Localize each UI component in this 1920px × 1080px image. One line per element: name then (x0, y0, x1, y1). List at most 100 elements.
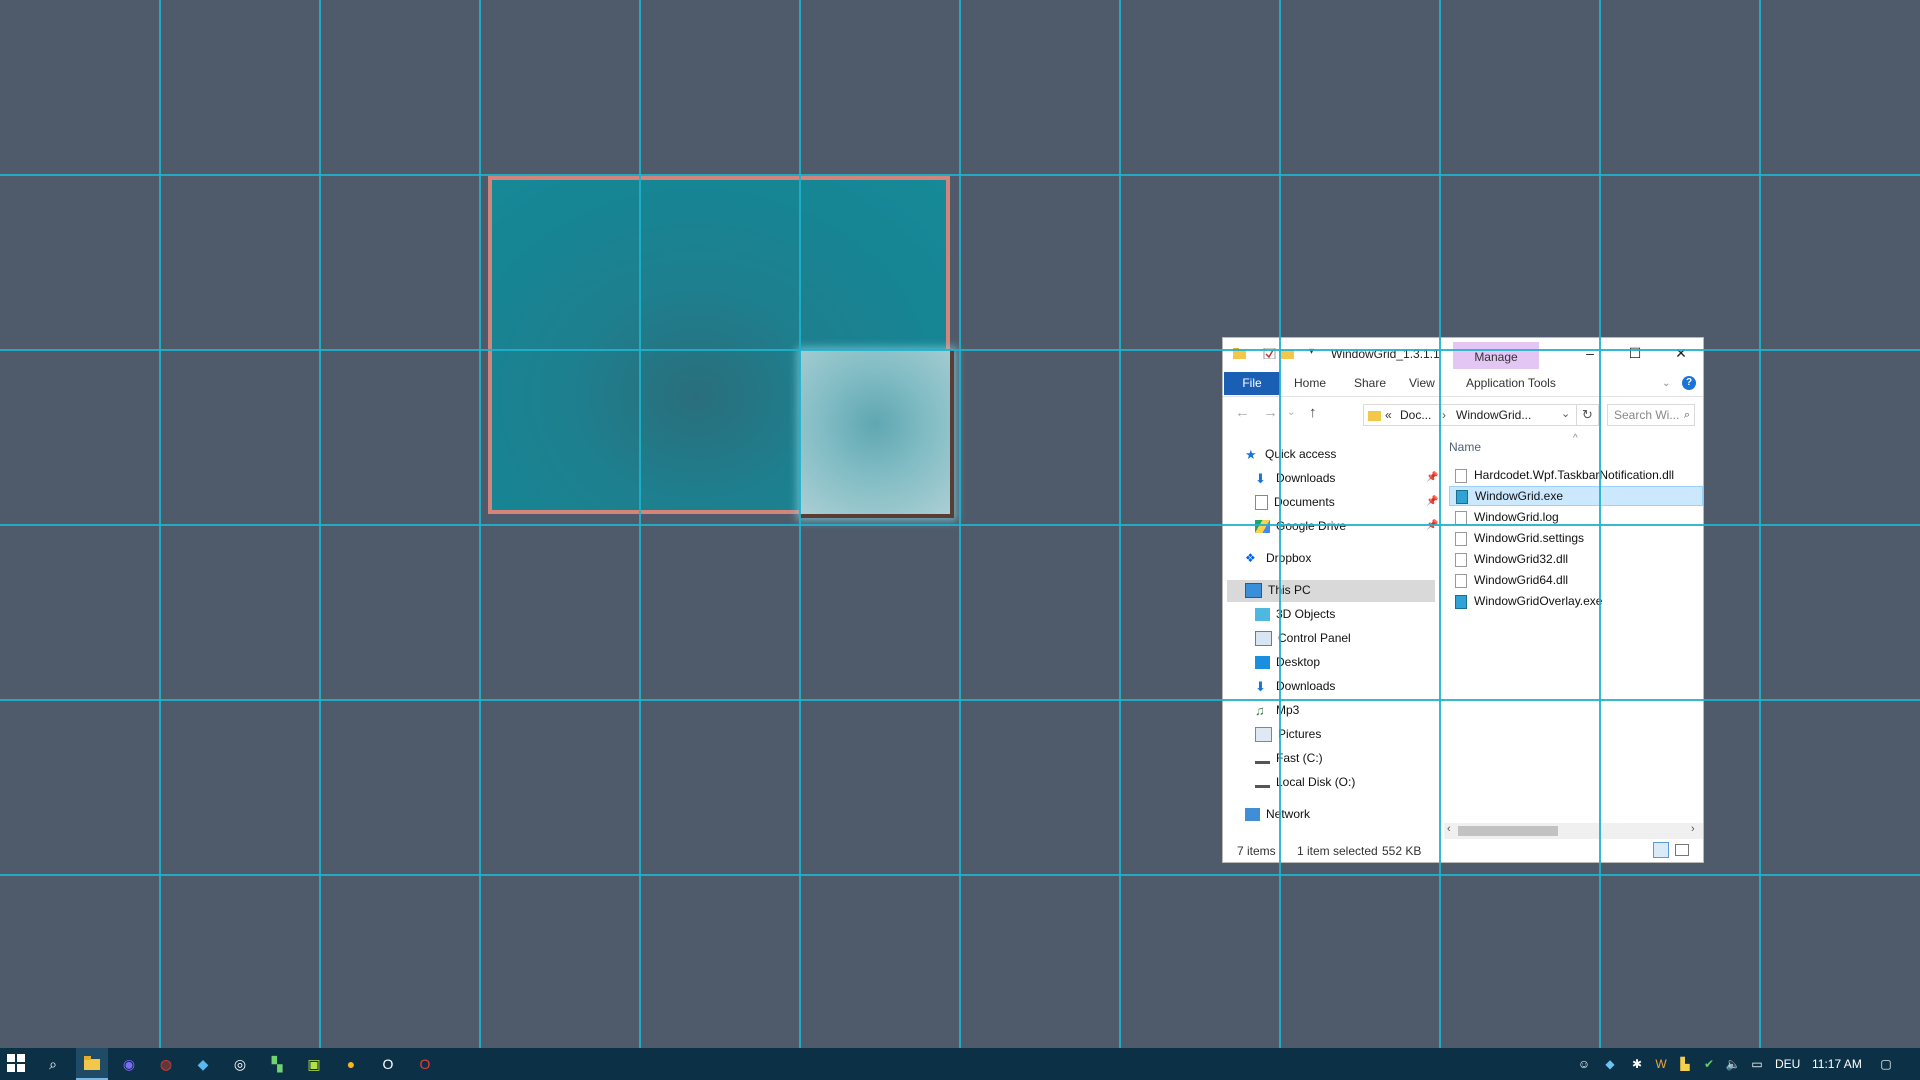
people-icon[interactable]: ☺ (1576, 1056, 1592, 1072)
breadcrumb-documents[interactable]: Doc... (1400, 408, 1431, 422)
expand-ribbon-icon[interactable]: ⌄ (1662, 372, 1670, 395)
back-arrow-icon[interactable]: ← (1235, 404, 1250, 421)
app-icon[interactable]: ▣ (304, 1054, 324, 1074)
tab-application-tools[interactable]: Application Tools (1466, 372, 1556, 395)
horizontal-scrollbar[interactable]: ‹ › (1444, 823, 1703, 839)
breadcrumb-windowgrid[interactable]: WindowGrid... (1456, 408, 1531, 422)
grid-line-horizontal (0, 174, 1920, 176)
nav-item-downloads-pinned[interactable]: ⬇ Downloads (1255, 467, 1335, 489)
list-item[interactable]: WindowGrid.settings (1449, 528, 1703, 548)
file-list[interactable]: Name ^ Hardcodet.Wpf.TaskbarNotification… (1444, 430, 1703, 822)
nav-item-control-panel[interactable]: Control Panel (1255, 627, 1351, 649)
address-bar[interactable]: « Doc... › WindowGrid... ⌄ (1363, 404, 1577, 426)
address-dropdown-icon[interactable]: ⌄ (1561, 407, 1570, 420)
search-input[interactable]: Search Wi... ⌕ (1607, 404, 1695, 426)
list-item[interactable]: WindowGrid.log (1449, 507, 1703, 527)
close-icon[interactable]: ✕ (1659, 342, 1703, 364)
grid-line-vertical (319, 0, 321, 1048)
scroll-left-icon[interactable]: ‹ (1447, 823, 1451, 835)
address-row: ← → ⌄ ↑ « Doc... › WindowGrid... ⌄ ↻ Sea… (1223, 396, 1703, 430)
nav-item-this-pc[interactable]: This PC (1245, 579, 1311, 601)
tab-file[interactable]: File (1224, 372, 1280, 395)
tab-home[interactable]: Home (1294, 372, 1326, 395)
tray-app-icon[interactable]: ✱ (1629, 1056, 1645, 1072)
nav-item-mp3[interactable]: ♫ Mp3 (1255, 699, 1299, 721)
tray-app-icon[interactable]: ◆ (1602, 1056, 1618, 1072)
help-icon[interactable]: ? (1682, 376, 1696, 390)
taskbar-file-explorer-active[interactable] (76, 1048, 108, 1080)
nav-item-pictures[interactable]: Pictures (1255, 723, 1321, 745)
drive-icon (1255, 753, 1270, 765)
pin-icon[interactable]: 📌 (1426, 472, 1438, 483)
breadcrumb-separator[interactable]: › (1442, 408, 1446, 422)
navigation-pane[interactable]: ★ Quick access ⬇ Downloads 📌 Documents 📌 G… (1223, 430, 1438, 825)
nav-item-fast-c[interactable]: Fast (C:) (1255, 747, 1323, 769)
refresh-icon[interactable]: ↻ (1577, 404, 1599, 426)
breadcrumb-overflow[interactable]: « (1385, 408, 1392, 422)
text-file-icon (1455, 510, 1467, 525)
tab-share[interactable]: Share (1354, 372, 1386, 395)
chrome-icon[interactable]: ◍ (156, 1054, 176, 1074)
large-icons-view-icon[interactable] (1675, 844, 1689, 856)
nav-item-network[interactable]: Network (1245, 803, 1310, 825)
ribbon-tabs: File Home Share View Application Tools ⌄… (1223, 370, 1703, 397)
nav-item-local-disk-o[interactable]: Local Disk (O:) (1255, 771, 1355, 793)
quick-access-toolbar-dropdown-icon[interactable]: ▾ (1309, 346, 1314, 357)
grid-line-vertical (159, 0, 161, 1048)
volume-icon[interactable]: 🔈 (1725, 1056, 1741, 1072)
tray-app-icon[interactable]: W (1653, 1056, 1669, 1072)
app-icon[interactable]: O (378, 1054, 398, 1074)
details-view-icon[interactable] (1653, 842, 1669, 858)
up-arrow-icon[interactable]: ↑ (1309, 404, 1317, 421)
list-item[interactable]: Hardcodet.Wpf.TaskbarNotification.dll (1449, 465, 1703, 485)
pin-icon[interactable]: 📌 (1426, 520, 1438, 531)
nav-item-dropbox[interactable]: ❖ Dropbox (1245, 547, 1311, 569)
app-icon[interactable]: ◆ (193, 1054, 213, 1074)
network-icon[interactable]: ▭ (1749, 1056, 1765, 1072)
title-bar[interactable]: ▾ WindowGrid_1.3.1.1 Manage – ☐ ✕ (1223, 338, 1703, 370)
list-item[interactable]: WindowGridOverlay.exe (1449, 591, 1703, 611)
opera-icon[interactable]: O (415, 1054, 435, 1074)
app-icon[interactable]: ● (341, 1054, 361, 1074)
dll-file-icon (1455, 573, 1467, 588)
app-icon[interactable]: ◎ (230, 1054, 250, 1074)
new-folder-icon[interactable] (1281, 348, 1294, 359)
column-header-name[interactable]: Name (1449, 440, 1481, 454)
cube-icon (1255, 608, 1270, 622)
tray-app-icon[interactable]: ▙ (1677, 1056, 1693, 1072)
tab-manage[interactable]: Manage (1453, 342, 1539, 369)
nav-item-downloads[interactable]: ⬇ Downloads (1255, 675, 1335, 697)
scrollbar-thumb[interactable] (1458, 826, 1558, 836)
list-item[interactable]: WindowGrid32.dll (1449, 549, 1703, 569)
search-icon[interactable]: ⌕ (43, 1054, 63, 1074)
download-icon: ⬇ (1255, 471, 1266, 487)
recent-locations-icon[interactable]: ⌄ (1287, 407, 1295, 418)
list-item[interactable]: WindowGrid64.dll (1449, 570, 1703, 590)
grid-line-vertical (959, 0, 961, 1048)
notifications-icon[interactable]: ▢ (1878, 1056, 1894, 1072)
list-item-selected[interactable]: WindowGrid.exe (1449, 486, 1703, 506)
firefox-icon[interactable]: ◉ (119, 1054, 139, 1074)
file-explorer-window[interactable]: ▾ WindowGrid_1.3.1.1 Manage – ☐ ✕ File H… (1223, 338, 1703, 862)
nav-item-quick-access[interactable]: ★ Quick access (1245, 443, 1336, 465)
forward-arrow-icon[interactable]: → (1263, 404, 1278, 421)
pin-icon[interactable]: 📌 (1426, 496, 1438, 507)
maximize-icon[interactable]: ☐ (1613, 342, 1657, 364)
clock[interactable]: 11:17 AM (1812, 1057, 1862, 1071)
nav-item-3d-objects[interactable]: 3D Objects (1255, 603, 1335, 625)
grid-cursor-cell[interactable] (800, 350, 954, 518)
scroll-right-icon[interactable]: › (1691, 823, 1695, 835)
folder-icon (1368, 411, 1381, 421)
desktop-icon (1255, 656, 1270, 670)
nav-item-desktop[interactable]: Desktop (1255, 651, 1320, 673)
start-button-windows-icon[interactable] (6, 1054, 26, 1074)
nav-item-documents[interactable]: Documents (1255, 491, 1335, 513)
search-icon[interactable]: ⌕ (1684, 405, 1690, 425)
tab-view[interactable]: View (1409, 372, 1435, 395)
properties-icon[interactable] (1263, 348, 1276, 359)
language-indicator[interactable]: DEU (1775, 1057, 1800, 1071)
nav-item-google-drive[interactable]: Google Drive (1255, 515, 1346, 537)
checkmark-icon[interactable]: ✔ (1701, 1056, 1717, 1072)
network-tool-icon[interactable]: ▚ (267, 1054, 287, 1074)
minimize-icon[interactable]: – (1568, 342, 1612, 364)
